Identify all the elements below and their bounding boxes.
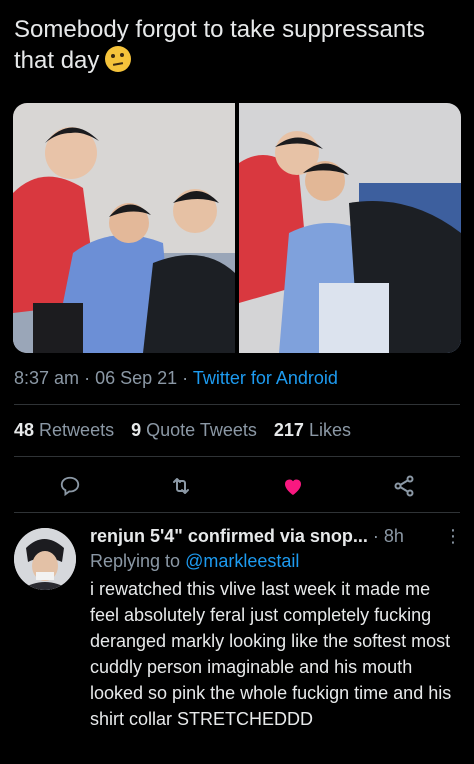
reply-separator: · <box>372 526 379 546</box>
heart-icon <box>284 479 301 495</box>
share-button[interactable] <box>388 470 420 502</box>
tweet-actions <box>14 470 460 502</box>
more-options-icon[interactable]: ⋮ <box>444 524 462 548</box>
likes-stat[interactable]: 217 Likes <box>274 420 351 440</box>
divider-top <box>14 404 460 405</box>
replying-prefix: Replying to <box>90 551 181 571</box>
retweets-label: Retweets <box>39 420 115 440</box>
replying-handle[interactable]: @markleestail <box>185 551 299 571</box>
retweet-icon <box>173 478 190 494</box>
speech-bubble-icon <box>60 476 79 497</box>
meta-separator: · <box>84 368 91 388</box>
reply-header: renjun 5'4" confirmed via snop... · 8h ⋮ <box>90 524 462 548</box>
meta-separator-2: · <box>182 368 189 388</box>
reply-body: renjun 5'4" confirmed via snop... · 8h ⋮… <box>90 524 462 732</box>
source-link[interactable]: Twitter for Android <box>193 368 338 388</box>
retweets-count: 48 <box>14 420 35 440</box>
reply-time[interactable]: 8h <box>384 526 404 546</box>
raised-eyebrow-emoji-icon <box>105 46 132 72</box>
tweet-media[interactable] <box>13 103 461 353</box>
retweet-button[interactable] <box>165 470 197 502</box>
tweet-stats: 48 Retweets 9 Quote Tweets 217 Likes <box>14 420 363 441</box>
reply-author-name[interactable]: renjun 5'4" confirmed via snop... <box>90 526 368 546</box>
share-icon <box>394 475 414 497</box>
quotes-stat[interactable]: 9 Quote Tweets <box>131 420 257 440</box>
avatar-image <box>14 528 76 590</box>
avatar[interactable] <box>14 528 76 590</box>
divider-bottom <box>14 512 460 513</box>
photo-right[interactable] <box>239 103 461 353</box>
reply-button[interactable] <box>54 470 86 502</box>
quotes-count: 9 <box>131 420 142 440</box>
tweet-text: Somebody forgot to take suppressants tha… <box>14 14 454 76</box>
reply-text: i rewatched this vlive last week it made… <box>90 579 452 729</box>
tweet-timestamp[interactable]: 8:37 am · 06 Sep 21 · Twitter for Androi… <box>14 368 338 389</box>
photo-left[interactable] <box>13 103 235 353</box>
likes-count: 217 <box>273 420 304 440</box>
photo-right-image <box>239 103 461 353</box>
tweet-body: Somebody forgot to take suppressants tha… <box>14 16 425 74</box>
time: 8:37 am <box>14 368 80 388</box>
divider-middle <box>14 456 460 457</box>
like-button[interactable] <box>277 470 309 502</box>
retweets-stat[interactable]: 48 Retweets <box>14 420 114 440</box>
replying-to: Replying to @markleestail <box>90 548 462 574</box>
quotes-label: Quote Tweets <box>146 420 257 440</box>
likes-label: Likes <box>308 420 351 440</box>
date: 06 Sep 21 <box>95 368 178 388</box>
photo-left-image <box>13 103 235 353</box>
